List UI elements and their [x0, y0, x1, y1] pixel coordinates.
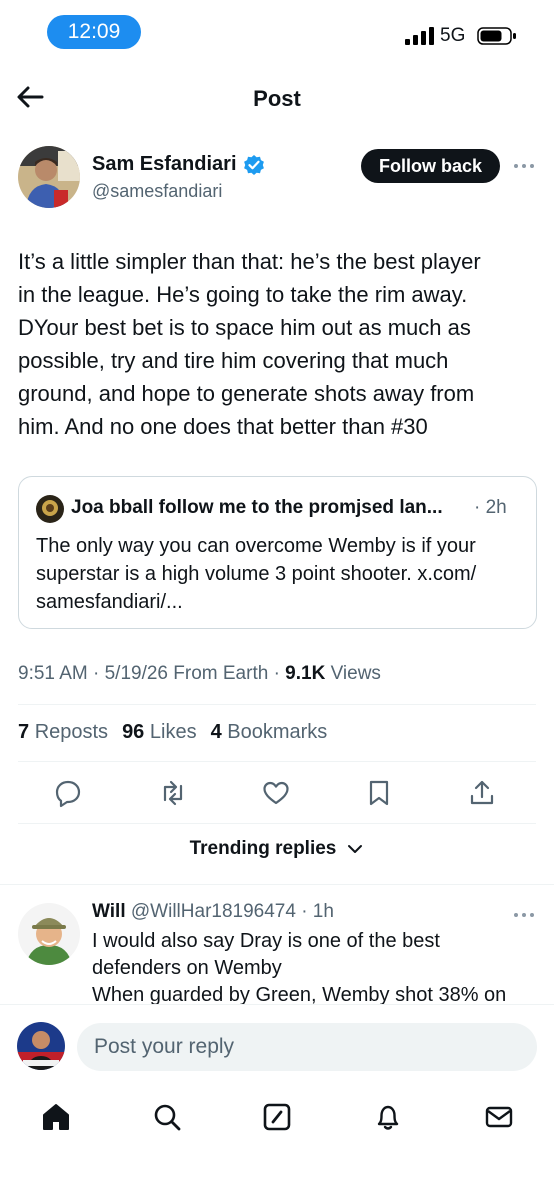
quoted-post-time: · 2h — [474, 497, 507, 518]
battery-icon — [477, 27, 516, 45]
reply-author-avatar[interactable] — [18, 903, 80, 965]
author-handle[interactable]: @samesfandiari — [92, 181, 222, 202]
quoted-post-text: The only way you can overcome Wemby is i… — [36, 535, 477, 613]
notifications-icon[interactable] — [372, 1101, 404, 1133]
repost-icon[interactable] — [158, 778, 188, 808]
engagement-stats: 7 Reposts 96 Likes 4 Bookmarks — [18, 721, 327, 744]
divider — [18, 704, 536, 705]
post-meta: 9:51 AM · 5/19/26 From Earth · 9.1K View… — [18, 663, 381, 685]
share-icon[interactable] — [467, 778, 497, 808]
reposts-stat[interactable]: 7 Reposts — [18, 721, 108, 744]
trending-replies-label: Trending replies — [189, 838, 337, 859]
views-count: 9.1K — [285, 663, 326, 684]
status-bar: 12:09 5G — [0, 0, 554, 64]
compose-icon[interactable] — [261, 1101, 293, 1133]
reply-avatar-image — [18, 903, 80, 965]
reply-input[interactable]: Post your reply — [77, 1023, 537, 1071]
chevron-down-icon — [348, 845, 363, 853]
messages-icon[interactable] — [483, 1101, 515, 1133]
post-actions — [0, 778, 554, 808]
likes-stat[interactable]: 96 Likes — [122, 721, 197, 744]
reposts-label: Reposts — [34, 721, 109, 743]
network-label: 5G — [440, 25, 466, 46]
reposts-count: 7 — [18, 721, 30, 743]
bookmark-icon[interactable] — [364, 778, 394, 808]
page-title: Post — [253, 86, 301, 111]
reply-text: I would also say Dray is one of the best… — [92, 930, 507, 1006]
quoted-author-name: Joa bball follow me to the promjsed lan.… — [71, 497, 443, 518]
top-header: Post — [0, 64, 554, 134]
post-timestamp: 9:51 AM · 5/19/26 From Earth · — [18, 663, 286, 684]
reply-more-options-icon[interactable] — [512, 907, 536, 923]
trending-replies-sort[interactable]: Trending replies — [0, 838, 554, 860]
views-label: Views — [325, 663, 381, 684]
reply-composer: Post your reply — [0, 1004, 554, 1084]
status-time: 12:09 — [47, 15, 141, 49]
bookmarks-count: 4 — [210, 721, 222, 743]
like-icon[interactable] — [261, 778, 291, 808]
quoted-avatar-image — [36, 495, 64, 523]
current-user-avatar[interactable] — [17, 1022, 65, 1070]
verified-badge-icon — [243, 154, 264, 175]
bottom-tab-bar — [0, 1084, 554, 1199]
reply-header: Will @WillHar18196474 · 1h — [92, 901, 334, 923]
post-text: It’s a little simpler than that: he’s th… — [18, 249, 481, 439]
quoted-post-card[interactable]: Joa bball follow me to the promjsed lan.… — [18, 476, 537, 629]
author-name-row[interactable]: Sam Esfandiari — [92, 153, 265, 176]
home-icon[interactable] — [40, 1101, 72, 1133]
search-icon[interactable] — [151, 1101, 183, 1133]
quoted-author-avatar — [36, 495, 64, 523]
bookmarks-stat[interactable]: 4 Bookmarks — [211, 721, 328, 744]
more-options-icon[interactable] — [512, 158, 536, 174]
reply-author-handle[interactable]: @WillHar18196474 · 1h — [131, 901, 334, 922]
author-name: Sam Esfandiari — [92, 153, 237, 175]
current-user-avatar-image — [17, 1022, 65, 1070]
follow-back-button[interactable]: Follow back — [361, 149, 500, 183]
reply-icon[interactable] — [53, 778, 83, 808]
author-avatar-image — [18, 146, 80, 208]
reply-author-name[interactable]: Will — [92, 901, 126, 922]
likes-count: 96 — [122, 721, 145, 743]
divider — [0, 884, 554, 885]
bookmarks-label: Bookmarks — [227, 721, 328, 743]
divider — [18, 823, 536, 824]
author-avatar[interactable] — [18, 146, 80, 208]
signal-icon — [405, 27, 434, 45]
divider — [18, 761, 536, 762]
likes-label: Likes — [149, 721, 197, 743]
